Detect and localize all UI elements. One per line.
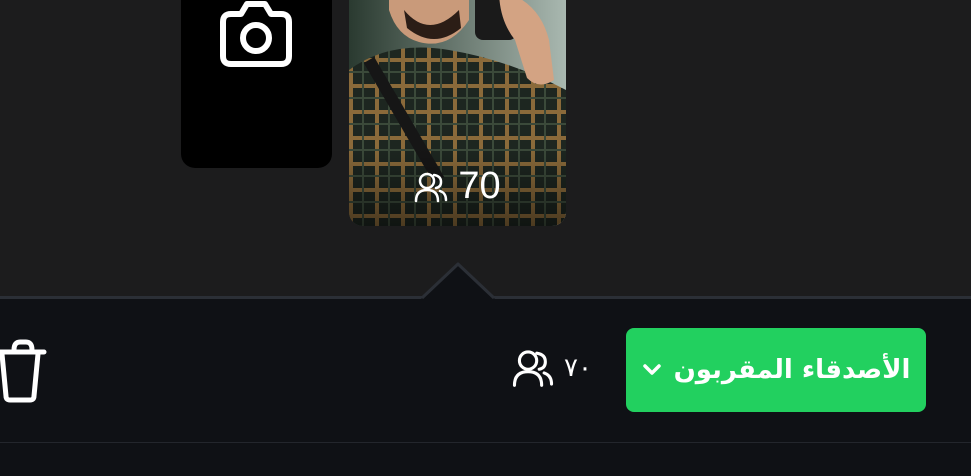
story-view-count-text: 70 (458, 165, 501, 207)
audience-label: الأصدقاء المقربون (673, 355, 911, 385)
audience-selector-button[interactable]: الأصدقاء المقربون (626, 328, 926, 412)
people-icon (512, 350, 554, 387)
bottom-area (0, 443, 971, 476)
story-thumbnail[interactable]: 70 (349, 0, 566, 226)
viewers-count-text: ٧٠ (564, 353, 592, 383)
trash-icon[interactable] (0, 336, 48, 404)
chevron-down-icon (642, 364, 661, 375)
camera-icon (220, 1, 292, 67)
people-icon (415, 172, 448, 202)
viewers-count[interactable]: ٧٠ (512, 348, 592, 388)
selected-story-pointer (420, 262, 496, 300)
add-story-tile[interactable] (181, 0, 332, 168)
story-view-count: 70 (349, 165, 566, 208)
story-viewer-screen: 70 ٧٠ الأصدقاء المقربون (0, 0, 971, 476)
